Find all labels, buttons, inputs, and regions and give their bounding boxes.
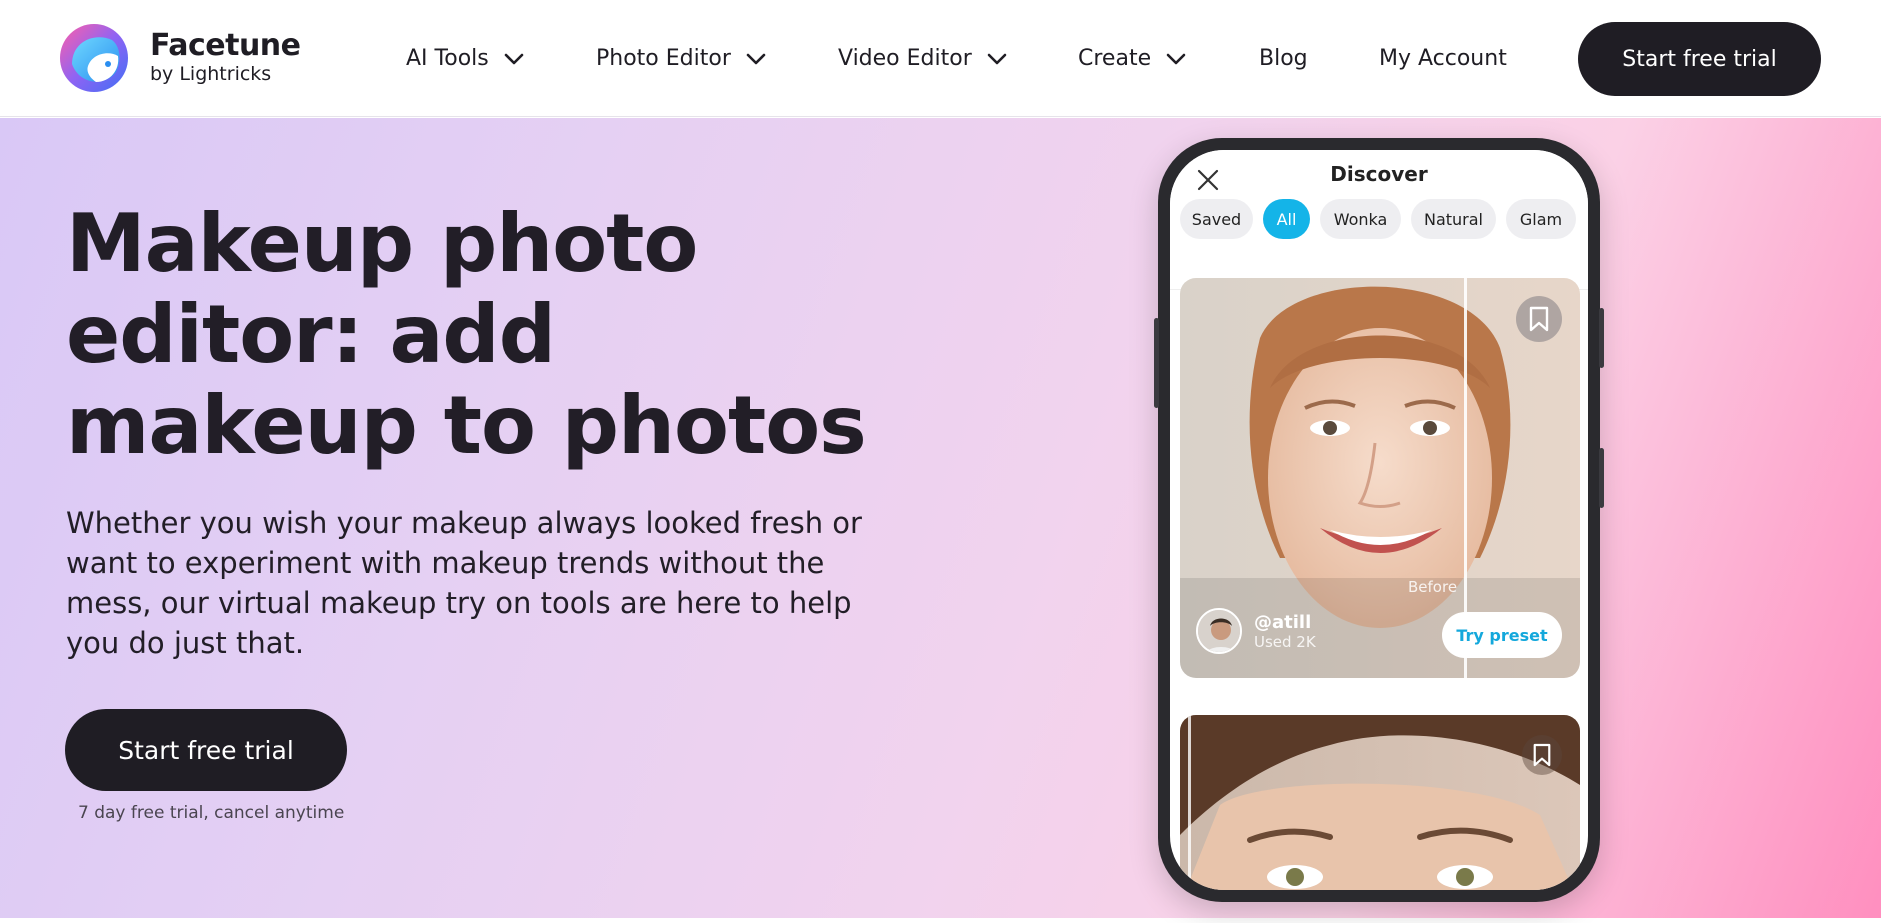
nav-item-label: Blog	[1259, 46, 1308, 71]
preset-photo	[1180, 715, 1580, 890]
phone-side-button	[1599, 448, 1604, 508]
phone-mockup: Discover Saved All Wonka Natural Glam Be…	[1154, 138, 1604, 902]
logo-text: Facetune by Lightricks	[150, 28, 301, 86]
filter-chips: Saved All Wonka Natural Glam	[1180, 199, 1586, 239]
bookmark-button[interactable]	[1522, 735, 1562, 775]
brand-byline: by Lightricks	[150, 63, 272, 85]
hero-title: Makeup photo editor: add makeup to photo…	[66, 197, 867, 472]
hero-start-free-trial-button[interactable]: Start free trial	[65, 709, 347, 791]
nav-item-label: Photo Editor	[596, 46, 731, 71]
hero-description: Whether you wish your makeup always look…	[66, 506, 862, 660]
trial-note: 7 day free trial, cancel anytime	[78, 803, 345, 823]
bookmark-icon	[1533, 743, 1551, 767]
facetune-logo[interactable]: Facetune by Lightricks	[54, 20, 301, 94]
nav-item-my-account[interactable]: My Account	[1379, 46, 1507, 71]
nav-item-blog[interactable]: Blog	[1259, 46, 1308, 71]
nav-item-photo-editor[interactable]: Photo Editor	[596, 46, 767, 71]
bookmark-button[interactable]	[1516, 296, 1562, 342]
author-handle: @atill	[1254, 611, 1312, 633]
preset-card[interactable]	[1180, 715, 1580, 890]
chip-all[interactable]: All	[1263, 199, 1310, 239]
chevron-down-icon	[987, 53, 1007, 64]
chip-glam[interactable]: Glam	[1506, 199, 1576, 239]
chip-saved[interactable]: Saved	[1180, 199, 1253, 239]
usage-count: Used 2K	[1254, 632, 1316, 651]
nav-item-label: Video Editor	[838, 46, 972, 71]
phone-side-button	[1599, 308, 1604, 368]
avatar	[1196, 608, 1242, 654]
before-label: Before	[1408, 578, 1458, 596]
nav-item-create[interactable]: Create	[1078, 46, 1187, 71]
brand-name: Facetune	[150, 28, 301, 63]
nav-item-ai-tools[interactable]: AI Tools	[406, 46, 525, 71]
nav-start-free-trial-button[interactable]: Start free trial	[1578, 22, 1821, 96]
chevron-down-icon	[1166, 53, 1186, 64]
preset-author[interactable]: @atill Used 2K	[1196, 608, 1316, 654]
bookmark-icon	[1529, 306, 1549, 332]
nav-item-video-editor[interactable]: Video Editor	[838, 46, 1008, 71]
nav-item-label: My Account	[1379, 46, 1507, 71]
chip-wonka[interactable]: Wonka	[1320, 199, 1401, 239]
top-nav: Facetune by Lightricks AI Tools Photo Ed…	[0, 0, 1881, 117]
phone-side-button	[1154, 318, 1159, 408]
discover-title: Discover	[1330, 162, 1428, 186]
discover-header: Discover Saved All Wonka Natural Glam	[1170, 150, 1588, 290]
nav-item-label: AI Tools	[406, 46, 489, 71]
chevron-down-icon	[746, 53, 766, 64]
chip-natural[interactable]: Natural	[1411, 199, 1496, 239]
try-preset-button[interactable]: Try preset	[1442, 612, 1562, 658]
chevron-down-icon	[504, 53, 524, 64]
facetune-logo-icon	[54, 20, 136, 94]
preset-card[interactable]: Before @atill Used 2K Try preset	[1180, 278, 1580, 678]
author-text: @atill Used 2K	[1254, 612, 1316, 651]
phone-screen: Discover Saved All Wonka Natural Glam Be…	[1170, 150, 1588, 890]
nav-item-label: Create	[1078, 46, 1152, 71]
